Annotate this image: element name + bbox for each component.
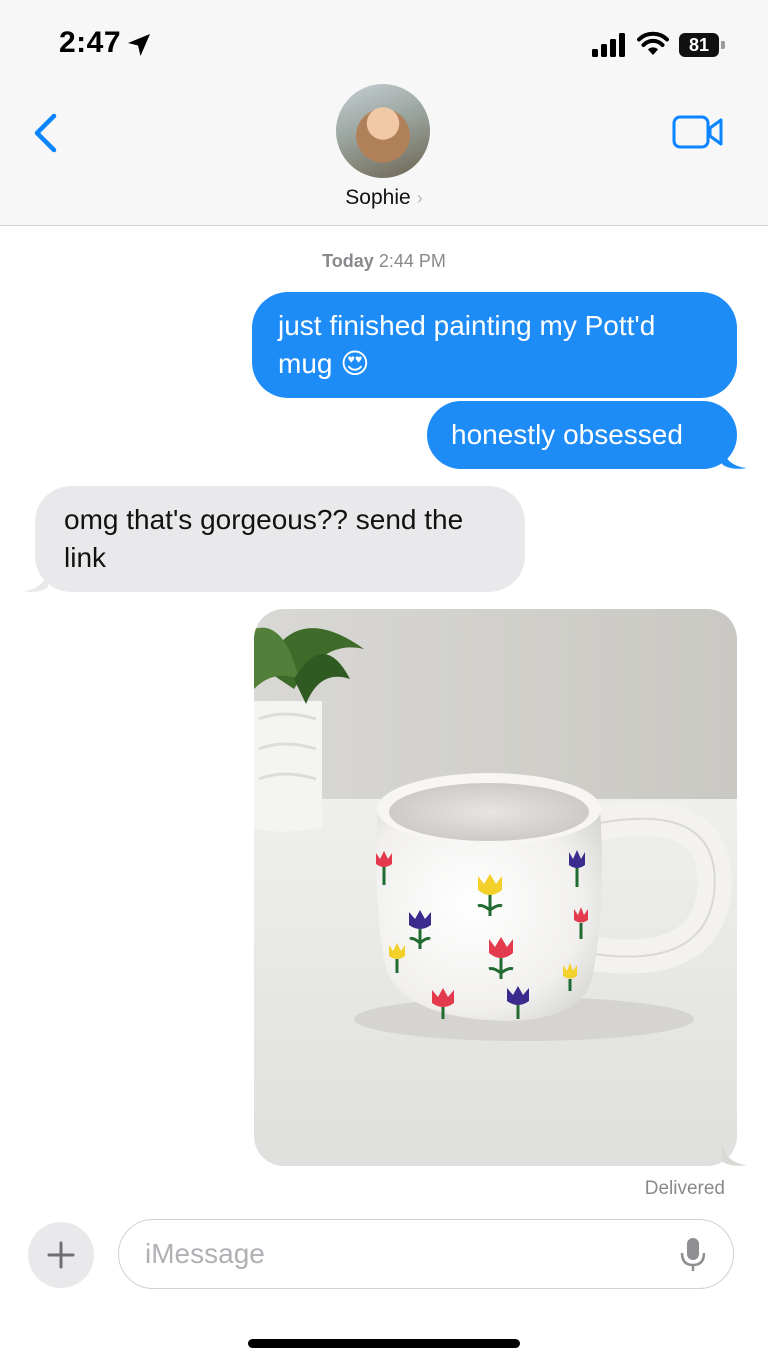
message-photo[interactable] [254, 609, 737, 1166]
battery-level: 81 [679, 33, 719, 57]
microphone-icon[interactable] [680, 1237, 706, 1273]
battery-cap [721, 41, 725, 49]
bubble-tail [722, 1143, 747, 1166]
contact-name: Sophie [345, 186, 411, 209]
conversation-header: 2:47 81 Sophie › [0, 0, 768, 226]
bubble-tail [23, 569, 48, 592]
video-camera-icon[interactable] [672, 114, 724, 150]
delivery-status: Delivered [644, 1178, 725, 1199]
message-bubble-outgoing[interactable]: just finished painting my Pott'd mug 😍 [252, 292, 737, 398]
thread-timestamp: Today 2:44 PM [0, 251, 768, 272]
message-bubble-outgoing[interactable]: honestly obsessed [427, 401, 737, 469]
status-time: 2:47 [59, 26, 122, 59]
mug-photo-image [254, 609, 737, 1166]
contact-name-button[interactable]: Sophie › [0, 186, 768, 210]
avatar[interactable] [336, 84, 430, 178]
bubble-tail [722, 446, 747, 469]
timestamp-time: 2:44 PM [378, 251, 446, 271]
location-arrow-icon [128, 34, 150, 56]
chevron-left-icon[interactable] [30, 112, 60, 154]
plus-icon [47, 1241, 75, 1269]
message-input[interactable] [118, 1219, 734, 1289]
cellular-signal-icon [592, 33, 625, 57]
battery-icon: 81 [679, 33, 725, 57]
plus-button[interactable] [28, 1222, 94, 1288]
chevron-right-icon: › [416, 188, 423, 208]
message-bubble-incoming[interactable]: omg that's gorgeous?? send the link [35, 486, 525, 592]
wifi-icon [637, 31, 669, 55]
home-indicator[interactable] [248, 1339, 520, 1348]
timestamp-day: Today [322, 251, 374, 271]
